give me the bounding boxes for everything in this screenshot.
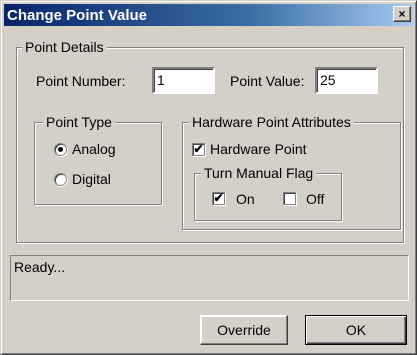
hardware-point-label[interactable]: Hardware Point [210,141,307,157]
point-type-legend: Point Type [43,114,115,130]
point-details-legend: Point Details [22,39,107,55]
dialog-window: Change Point Value × Point Details Point… [0,0,417,355]
title-bar[interactable]: Change Point Value × [4,4,413,26]
point-value-input[interactable]: 25 [315,67,378,94]
manual-off-label[interactable]: Off [306,191,324,207]
manual-off-checkbox[interactable] [283,192,296,205]
status-area: Ready... [10,255,409,301]
close-icon[interactable]: × [393,6,411,22]
digital-radio[interactable] [54,173,67,186]
point-number-input[interactable]: 1 [152,67,215,94]
override-button[interactable]: Override [200,315,288,345]
manual-on-label[interactable]: On [236,191,255,207]
ok-button[interactable]: OK [305,315,407,345]
point-type-group: Point Type [34,114,162,205]
digital-label[interactable]: Digital [72,171,111,187]
hardware-attributes-legend: Hardware Point Attributes [189,114,354,130]
analog-label[interactable]: Analog [72,141,116,157]
window-title: Change Point Value [7,7,148,24]
analog-radio[interactable] [54,143,67,156]
manual-flag-legend: Turn Manual Flag [201,165,317,181]
point-number-label: Point Number: [36,73,126,89]
manual-on-checkbox[interactable]: ✔ [212,192,225,205]
point-value-label: Point Value: [230,73,305,89]
hardware-point-checkbox[interactable]: ✔ [192,143,205,156]
